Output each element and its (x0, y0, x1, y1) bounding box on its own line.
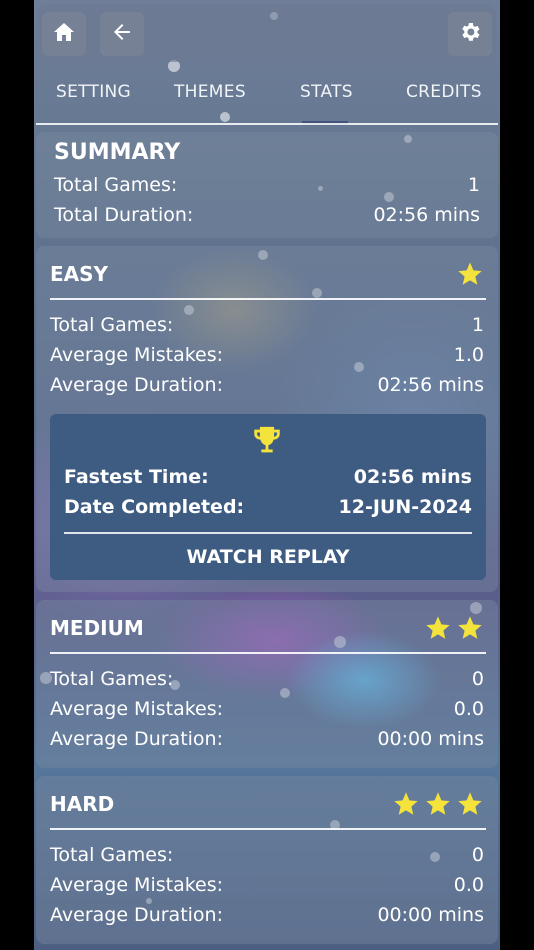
medium-avg-duration-value: 00:00 mins (377, 728, 484, 750)
date-completed-value: 12-JUN-2024 (338, 496, 473, 518)
back-arrow-icon (110, 20, 134, 48)
letterbox-left (0, 0, 34, 950)
summary-title: SUMMARY (54, 140, 181, 165)
hard-divider (50, 828, 486, 830)
fastest-time-value: 02:56 mins (353, 466, 472, 488)
best-time-panel: Fastest Time: 02:56 mins Date Completed:… (50, 414, 486, 580)
medium-avg-mistakes-value: 0.0 (453, 698, 484, 720)
hard-avg-duration-label: Average Duration: (50, 904, 223, 926)
medium-total-games-label: Total Games: (50, 668, 174, 690)
summary-total-duration-label: Total Duration: (54, 204, 194, 226)
summary-card: SUMMARY Total Games: 1 Total Duration: 0… (36, 132, 498, 238)
letterbox-right (500, 0, 534, 950)
date-completed-label: Date Completed: (64, 496, 245, 518)
back-button[interactable] (100, 12, 144, 56)
watch-replay-button[interactable]: WATCH REPLAY (50, 546, 486, 568)
settings-button[interactable] (448, 12, 492, 56)
hard-avg-mistakes-value: 0.0 (453, 874, 484, 896)
tab-bar: SETTINGS THEMES STATS CREDITS (34, 70, 500, 126)
star-icon (456, 260, 484, 292)
best-panel-divider (64, 532, 472, 534)
hard-avg-duration-value: 00:00 mins (377, 904, 484, 926)
star-icon (456, 790, 484, 822)
trophy-icon (250, 424, 284, 462)
star-icon (392, 790, 420, 822)
tab-credits[interactable]: CREDITS (406, 82, 482, 102)
hard-stars (392, 790, 484, 822)
stats-screen: SETTINGS THEMES STATS CREDITS SUMMARY To… (34, 0, 500, 950)
medium-card: MEDIUM Total Games: 0 Average Mistakes: … (36, 600, 498, 768)
hard-total-games-label: Total Games: (50, 844, 174, 866)
hard-title: HARD (50, 792, 115, 816)
star-icon (456, 614, 484, 646)
summary-total-duration-value: 02:56 mins (373, 204, 480, 226)
easy-title: EASY (50, 262, 109, 286)
home-button[interactable] (42, 12, 86, 56)
easy-divider (50, 298, 486, 300)
medium-stars (424, 614, 484, 646)
hard-avg-mistakes-label: Average Mistakes: (50, 874, 224, 896)
medium-avg-duration-label: Average Duration: (50, 728, 223, 750)
star-icon (424, 790, 452, 822)
summary-total-games-value: 1 (467, 174, 480, 196)
easy-avg-mistakes-value: 1.0 (453, 344, 484, 366)
easy-avg-duration-label: Average Duration: (50, 374, 223, 396)
medium-title: MEDIUM (50, 616, 144, 640)
tab-settings[interactable]: SETTINGS (56, 82, 132, 102)
tab-themes[interactable]: THEMES (174, 82, 246, 102)
easy-total-games-value: 1 (471, 314, 484, 336)
easy-avg-duration-value: 02:56 mins (377, 374, 484, 396)
tab-stats[interactable]: STATS (300, 82, 353, 102)
easy-avg-mistakes-label: Average Mistakes: (50, 344, 224, 366)
easy-total-games-label: Total Games: (50, 314, 174, 336)
star-icon (424, 614, 452, 646)
easy-card: EASY Total Games: 1 Average Mistakes: 1.… (36, 246, 498, 592)
top-bar (38, 4, 496, 62)
hard-card: HARD Total Games: 0 Average Mistakes: 0.… (36, 776, 498, 944)
medium-divider (50, 652, 486, 654)
summary-total-games-label: Total Games: (54, 174, 178, 196)
hard-total-games-value: 0 (471, 844, 484, 866)
medium-total-games-value: 0 (471, 668, 484, 690)
medium-avg-mistakes-label: Average Mistakes: (50, 698, 224, 720)
fastest-time-label: Fastest Time: (64, 466, 209, 488)
easy-stars (456, 260, 484, 292)
gear-icon (458, 20, 482, 48)
tab-divider (36, 123, 498, 125)
home-icon (52, 20, 76, 48)
